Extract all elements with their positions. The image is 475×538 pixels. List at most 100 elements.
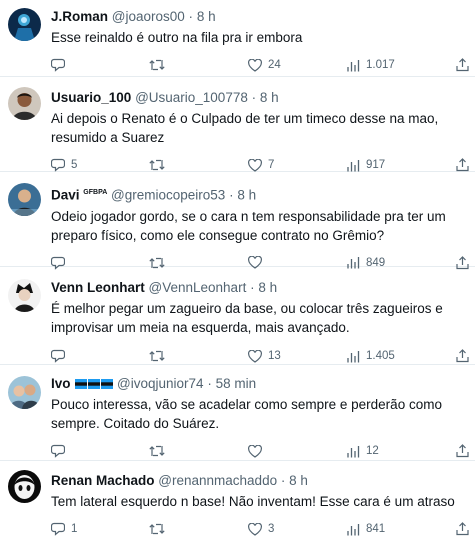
views-count: 1.405 — [366, 350, 395, 362]
share-icon — [456, 58, 469, 72]
tweet[interactable]: J.Roman @joaoros00 · 8 h Esse reinaldo é… — [0, 0, 475, 77]
display-name[interactable]: Davi — [51, 188, 80, 203]
avatar[interactable] — [8, 376, 41, 409]
separator: · — [280, 473, 286, 488]
timestamp[interactable]: 8 h — [197, 9, 216, 24]
views-icon — [347, 159, 360, 171]
tweet-header: Ivo @ivoqjunior74 · 58 min — [51, 375, 475, 392]
timestamp[interactable]: 58 min — [216, 376, 257, 391]
views-icon — [347, 523, 360, 535]
tweet[interactable]: Ivo @ivoqjunior74 · 58 min Pouco interes… — [0, 365, 475, 461]
display-name[interactable]: J.Roman — [51, 9, 108, 24]
like-count: 24 — [268, 59, 281, 71]
views-icon — [347, 350, 360, 362]
reply-button[interactable]: 1 — [51, 520, 77, 538]
retweet-button[interactable] — [149, 347, 171, 365]
tweet[interactable]: Venn Leonhart @VennLeonhart · 8 h É melh… — [0, 267, 475, 365]
avatar[interactable] — [8, 8, 41, 41]
action-bar: 12 — [51, 442, 475, 460]
retweet-icon — [149, 159, 165, 171]
like-button[interactable] — [248, 442, 268, 460]
avatar[interactable] — [8, 87, 41, 120]
tweet-header: Davi GFBPA @gremiocopeiro53 · 8 h — [51, 184, 475, 204]
views-button[interactable]: 12 — [347, 442, 379, 460]
like-count: 7 — [268, 159, 275, 171]
share-icon — [456, 444, 469, 458]
tweet[interactable]: Usuario_100 @Usuario_100778 · 8 h Ai dep… — [0, 77, 475, 172]
reply-icon — [51, 58, 65, 72]
action-bar: 13 1.405 — [51, 347, 475, 365]
tweet[interactable]: Davi GFBPA @gremiocopeiro53 · 8 h Odeio … — [0, 172, 475, 270]
flag-emoji-icon — [88, 379, 101, 389]
views-button[interactable]: 1.405 — [347, 347, 395, 365]
display-name[interactable]: Usuario_100 — [51, 90, 131, 105]
like-icon — [248, 349, 262, 363]
tweet-text: Ai depois o Renato é o Culpado de ter um… — [51, 111, 439, 145]
reply-button[interactable] — [51, 56, 71, 74]
reply-icon — [51, 158, 65, 172]
display-name[interactable]: Renan Machado — [51, 473, 155, 488]
tweet-header: Venn Leonhart @VennLeonhart · 8 h — [51, 279, 475, 296]
action-bar: 1 3 841 — [51, 520, 475, 538]
retweet-button[interactable] — [149, 520, 171, 538]
handle[interactable]: @joaoros00 — [112, 9, 185, 24]
retweet-button[interactable] — [149, 56, 171, 74]
action-bar: 24 1.017 — [51, 56, 475, 74]
name-badge: GFBPA — [83, 189, 108, 196]
tweet[interactable]: Renan Machado @renannmachaddo · 8 h Tem … — [0, 461, 475, 536]
views-button[interactable]: 841 — [347, 520, 385, 538]
share-icon — [456, 522, 469, 536]
tweet-text: Tem lateral esquerdo n base! Não inventa… — [51, 494, 455, 509]
timestamp[interactable]: 8 h — [289, 473, 308, 488]
share-button[interactable] — [456, 520, 469, 538]
handle[interactable]: @gremiocopeiro53 — [111, 188, 225, 203]
views-count: 1.017 — [366, 59, 395, 71]
reply-icon — [51, 349, 65, 363]
like-button[interactable]: 13 — [248, 347, 281, 365]
avatar[interactable] — [8, 183, 41, 216]
retweet-icon — [149, 523, 165, 535]
retweet-button[interactable] — [149, 442, 171, 460]
tweet-text: Pouco interessa, vão se acadelar como se… — [51, 397, 442, 431]
timestamp[interactable]: 8 h — [237, 188, 256, 203]
flag-emoji-icon — [101, 379, 114, 389]
reply-button[interactable] — [51, 442, 71, 460]
avatar[interactable] — [8, 279, 41, 312]
tweet-text: Esse reinaldo é outro na fila pra ir emb… — [51, 30, 303, 45]
flag-emoji-icon — [75, 379, 88, 389]
display-name[interactable]: Venn Leonhart — [51, 280, 145, 295]
handle[interactable]: @ivoqjunior74 — [117, 376, 204, 391]
handle[interactable]: @renannmachaddo — [158, 473, 277, 488]
handle[interactable]: @VennLeonhart — [149, 280, 247, 295]
tweet-header: Usuario_100 @Usuario_100778 · 8 h — [51, 89, 475, 106]
like-button[interactable]: 3 — [248, 520, 274, 538]
avatar[interactable] — [8, 470, 41, 503]
views-icon — [347, 445, 360, 457]
timestamp[interactable]: 8 h — [258, 280, 277, 295]
separator: · — [251, 90, 257, 105]
separator: · — [188, 9, 194, 24]
handle[interactable]: @Usuario_100778 — [135, 90, 248, 105]
share-icon — [456, 158, 469, 172]
reply-button[interactable] — [51, 347, 71, 365]
views-count: 917 — [366, 159, 386, 171]
like-count: 3 — [268, 523, 275, 535]
share-icon — [456, 349, 469, 363]
reply-icon — [51, 444, 65, 458]
share-button[interactable] — [456, 442, 469, 460]
tweet-header: J.Roman @joaoros00 · 8 h — [51, 8, 475, 25]
views-count: 841 — [366, 523, 386, 535]
retweet-icon — [149, 445, 165, 457]
retweet-icon — [149, 59, 165, 71]
like-count: 13 — [268, 350, 281, 362]
retweet-icon — [149, 350, 165, 362]
views-icon — [347, 59, 360, 71]
tweet-text: Odeio jogador gordo, se o cara n tem res… — [51, 208, 446, 243]
views-button[interactable]: 1.017 — [347, 56, 395, 74]
share-button[interactable] — [456, 347, 469, 365]
share-button[interactable] — [456, 56, 469, 74]
like-button[interactable]: 24 — [248, 56, 281, 74]
timestamp[interactable]: 8 h — [260, 90, 279, 105]
display-name[interactable]: Ivo — [51, 376, 71, 391]
like-icon — [248, 158, 262, 172]
